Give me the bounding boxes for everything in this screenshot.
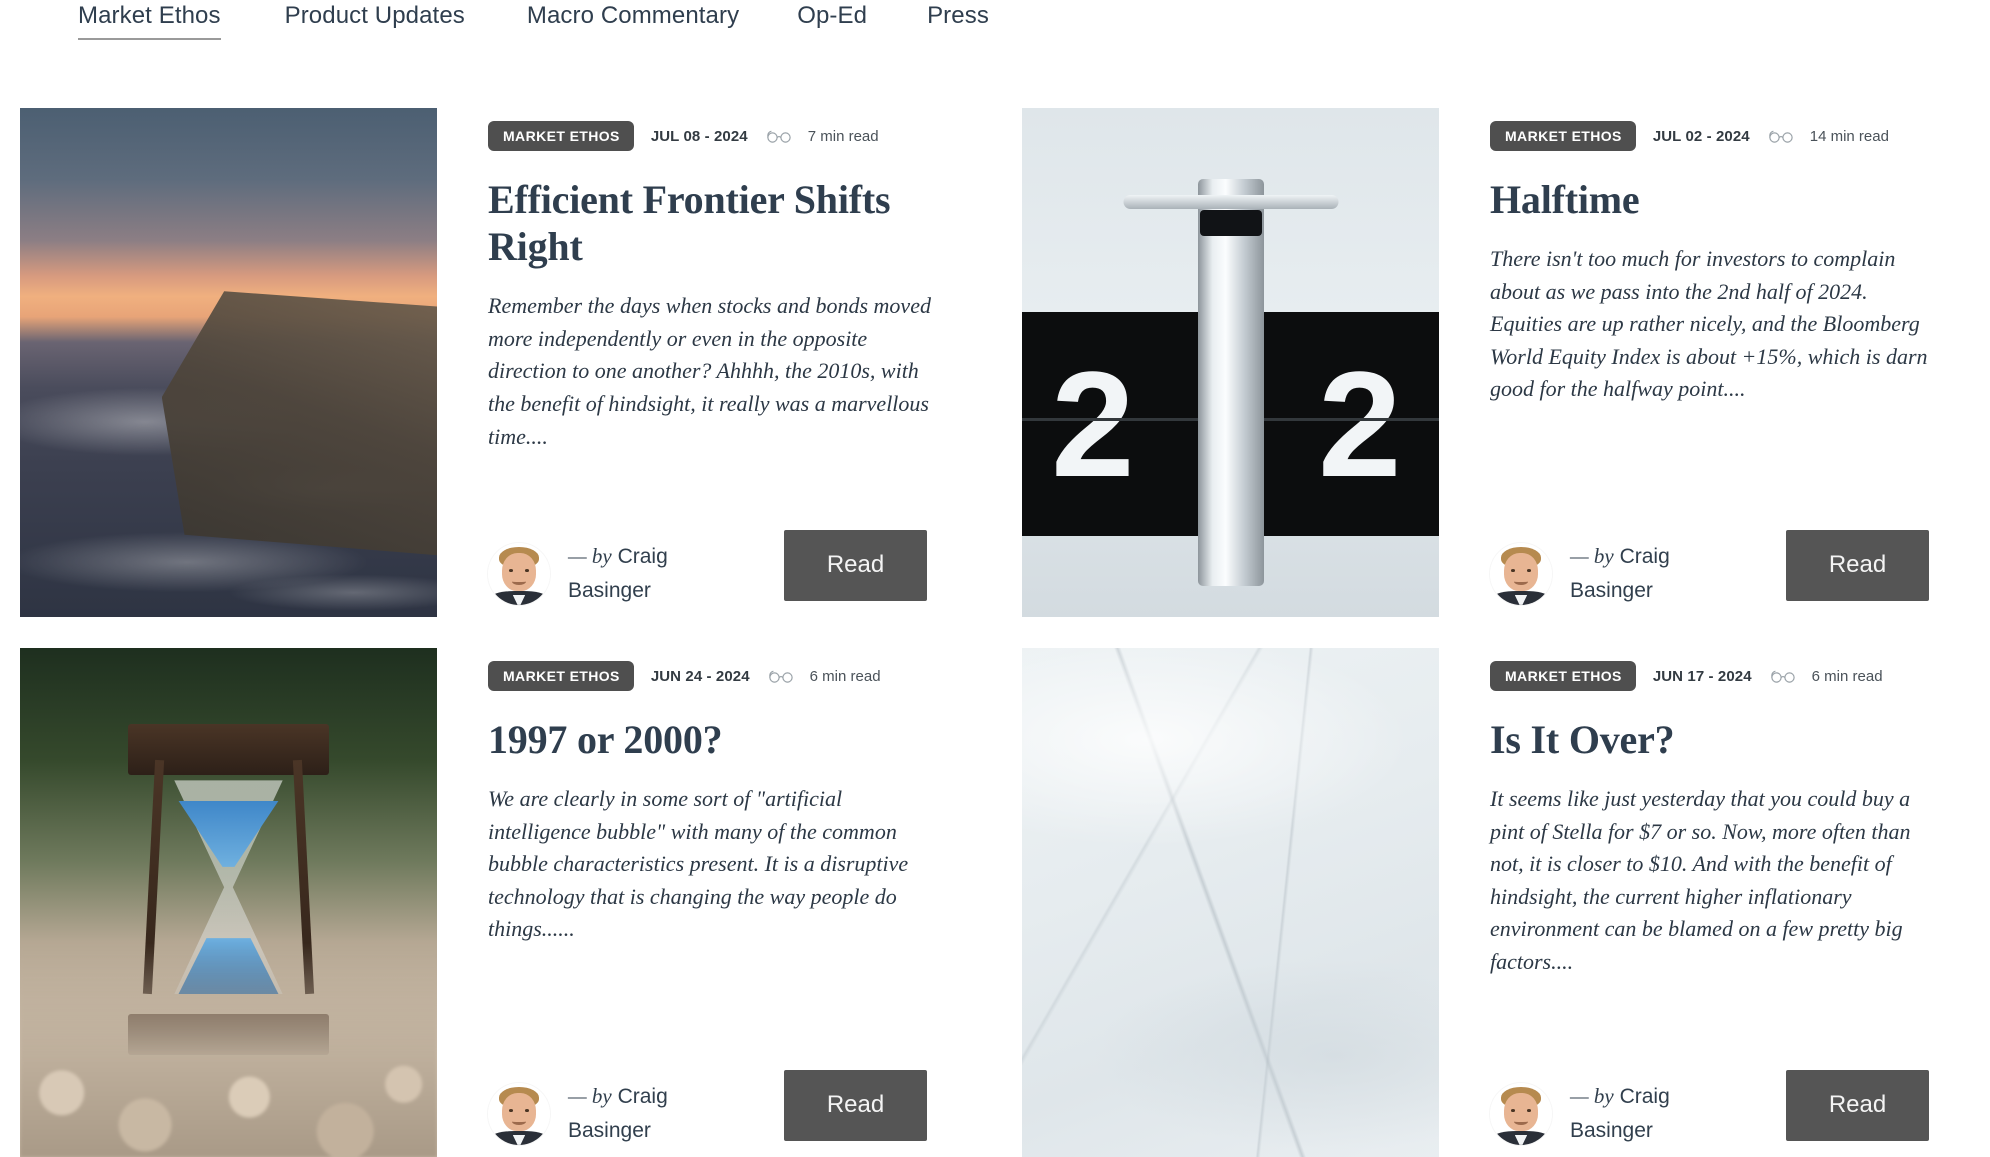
article-body: MARKET ETHOS JUN 24 - 2024 6 min read 19… <box>437 648 1022 1157</box>
article-thumbnail-hourglass-on-pebbles-photo[interactable] <box>20 648 437 1157</box>
article-title[interactable]: Efficient Frontier Shifts Right <box>488 176 928 270</box>
reading-glasses-icon <box>768 670 794 683</box>
tab-label: Market Ethos <box>78 2 221 29</box>
article-meta: MARKET ETHOS JUL 08 - 2024 7 min read <box>488 120 1022 152</box>
category-badge[interactable]: MARKET ETHOS <box>1490 121 1636 151</box>
publish-date: JUL 08 - 2024 <box>650 127 748 145</box>
author-byline: — by Craig Basinger <box>568 1079 696 1149</box>
white-plaster-texture-photo <box>1022 648 1439 1157</box>
article-thumbnail-flip-clock-photo[interactable]: 2 2 <box>1022 108 1439 617</box>
tab-product-updates[interactable]: Product Updates <box>285 0 465 48</box>
article-footer: — by Craig Basinger Read <box>488 529 998 609</box>
read-time: 6 min read <box>809 667 881 685</box>
author-byline: — by Craig Basinger <box>1570 1079 1698 1149</box>
article-excerpt: It seems like just yesterday that you co… <box>1490 786 1911 974</box>
flip-clock-photo: 2 2 <box>1022 108 1439 617</box>
article-meta: MARKET ETHOS JUN 17 - 2024 6 min read <box>1490 660 1990 692</box>
author-avatar <box>488 542 550 605</box>
article-meta: MARKET ETHOS JUL 02 - 2024 14 min read <box>1490 120 1990 152</box>
tab-label: Product Updates <box>284 2 465 29</box>
tab-label: Op-Ed <box>797 2 868 29</box>
read-button[interactable]: Read <box>784 529 927 601</box>
article-thumbnail-white-plaster-texture-photo[interactable] <box>1022 648 1439 1157</box>
article-card: MARKET ETHOS JUL 08 - 2024 7 min read Ef… <box>20 108 1022 617</box>
read-button[interactable]: Read <box>1786 529 1929 601</box>
author-portrait-photo <box>1490 1082 1552 1145</box>
article-title[interactable]: Halftime <box>1490 176 1930 223</box>
publish-date: JUL 02 - 2024 <box>1652 127 1750 145</box>
byline-prefix: — by <box>1570 1083 1614 1108</box>
author-avatar <box>1490 1082 1552 1145</box>
article-card: MARKET ETHOS JUN 17 - 2024 6 min read Is… <box>1022 648 1990 1157</box>
category-badge[interactable]: MARKET ETHOS <box>488 121 634 151</box>
tab-macro-commentary[interactable]: Macro Commentary <box>527 0 739 48</box>
article-title[interactable]: 1997 or 2000? <box>488 716 928 763</box>
article-body: MARKET ETHOS JUL 02 - 2024 14 min read H… <box>1439 108 1990 617</box>
read-button[interactable]: Read <box>784 1069 927 1141</box>
byline-prefix: — by <box>1570 543 1614 568</box>
article-excerpt: There isn't too much for investors to co… <box>1490 246 1928 402</box>
tab-op-ed[interactable]: Op-Ed <box>797 0 867 48</box>
author-avatar <box>488 1082 550 1145</box>
category-badge[interactable]: MARKET ETHOS <box>488 661 634 691</box>
read-time: 7 min read <box>807 127 879 145</box>
article-footer: — by Craig Basinger Read <box>1490 529 1990 609</box>
article-body: MARKET ETHOS JUL 08 - 2024 7 min read Ef… <box>437 108 1022 617</box>
article-excerpt: Remember the days when stocks and bonds … <box>488 293 931 449</box>
author-portrait-photo <box>1490 542 1552 605</box>
tab-label: Press <box>927 2 989 29</box>
author-portrait-photo <box>488 1082 550 1145</box>
article-card: 2 2 MARKET ETHOS JUL 02 - 2024 14 min re… <box>1022 108 1990 617</box>
tab-label: Macro Commentary <box>526 2 740 29</box>
category-tabs: Market Ethos Product Updates Macro Comme… <box>0 0 1990 48</box>
byline-prefix: — by <box>568 1083 612 1108</box>
article-meta: MARKET ETHOS JUN 24 - 2024 6 min read <box>488 660 1022 692</box>
publish-date: JUN 24 - 2024 <box>650 667 750 685</box>
tab-press[interactable]: Press <box>927 0 989 48</box>
article-thumbnail-coastal-cliff-sunset-photo[interactable] <box>20 108 437 617</box>
author-avatar <box>1490 542 1552 605</box>
article-body: MARKET ETHOS JUN 17 - 2024 6 min read Is… <box>1439 648 1990 1157</box>
byline-prefix: — by <box>568 543 612 568</box>
article-card: MARKET ETHOS JUN 24 - 2024 6 min read 19… <box>20 648 1022 1157</box>
read-time: 6 min read <box>1811 667 1883 685</box>
author-byline: — by Craig Basinger <box>568 539 696 609</box>
author-portrait-photo <box>488 542 550 605</box>
tab-market-ethos[interactable]: Market Ethos <box>78 0 221 48</box>
coastal-cliff-sunset-photo <box>20 108 437 617</box>
reading-glasses-icon <box>1768 130 1794 143</box>
read-button[interactable]: Read <box>1786 1069 1929 1141</box>
reading-glasses-icon <box>1770 670 1796 683</box>
article-excerpt: We are clearly in some sort of "artifici… <box>488 786 909 942</box>
article-grid: MARKET ETHOS JUL 08 - 2024 7 min read Ef… <box>20 108 1970 1157</box>
article-footer: — by Craig Basinger Read <box>1490 1069 1990 1149</box>
author-byline: — by Craig Basinger <box>1570 539 1698 609</box>
article-title[interactable]: Is It Over? <box>1490 716 1930 763</box>
read-time: 14 min read <box>1809 127 1889 145</box>
category-badge[interactable]: MARKET ETHOS <box>1490 661 1636 691</box>
article-footer: — by Craig Basinger Read <box>488 1069 998 1149</box>
hourglass-on-pebbles-photo <box>20 648 437 1157</box>
publish-date: JUN 17 - 2024 <box>1652 667 1752 685</box>
reading-glasses-icon <box>766 130 792 143</box>
